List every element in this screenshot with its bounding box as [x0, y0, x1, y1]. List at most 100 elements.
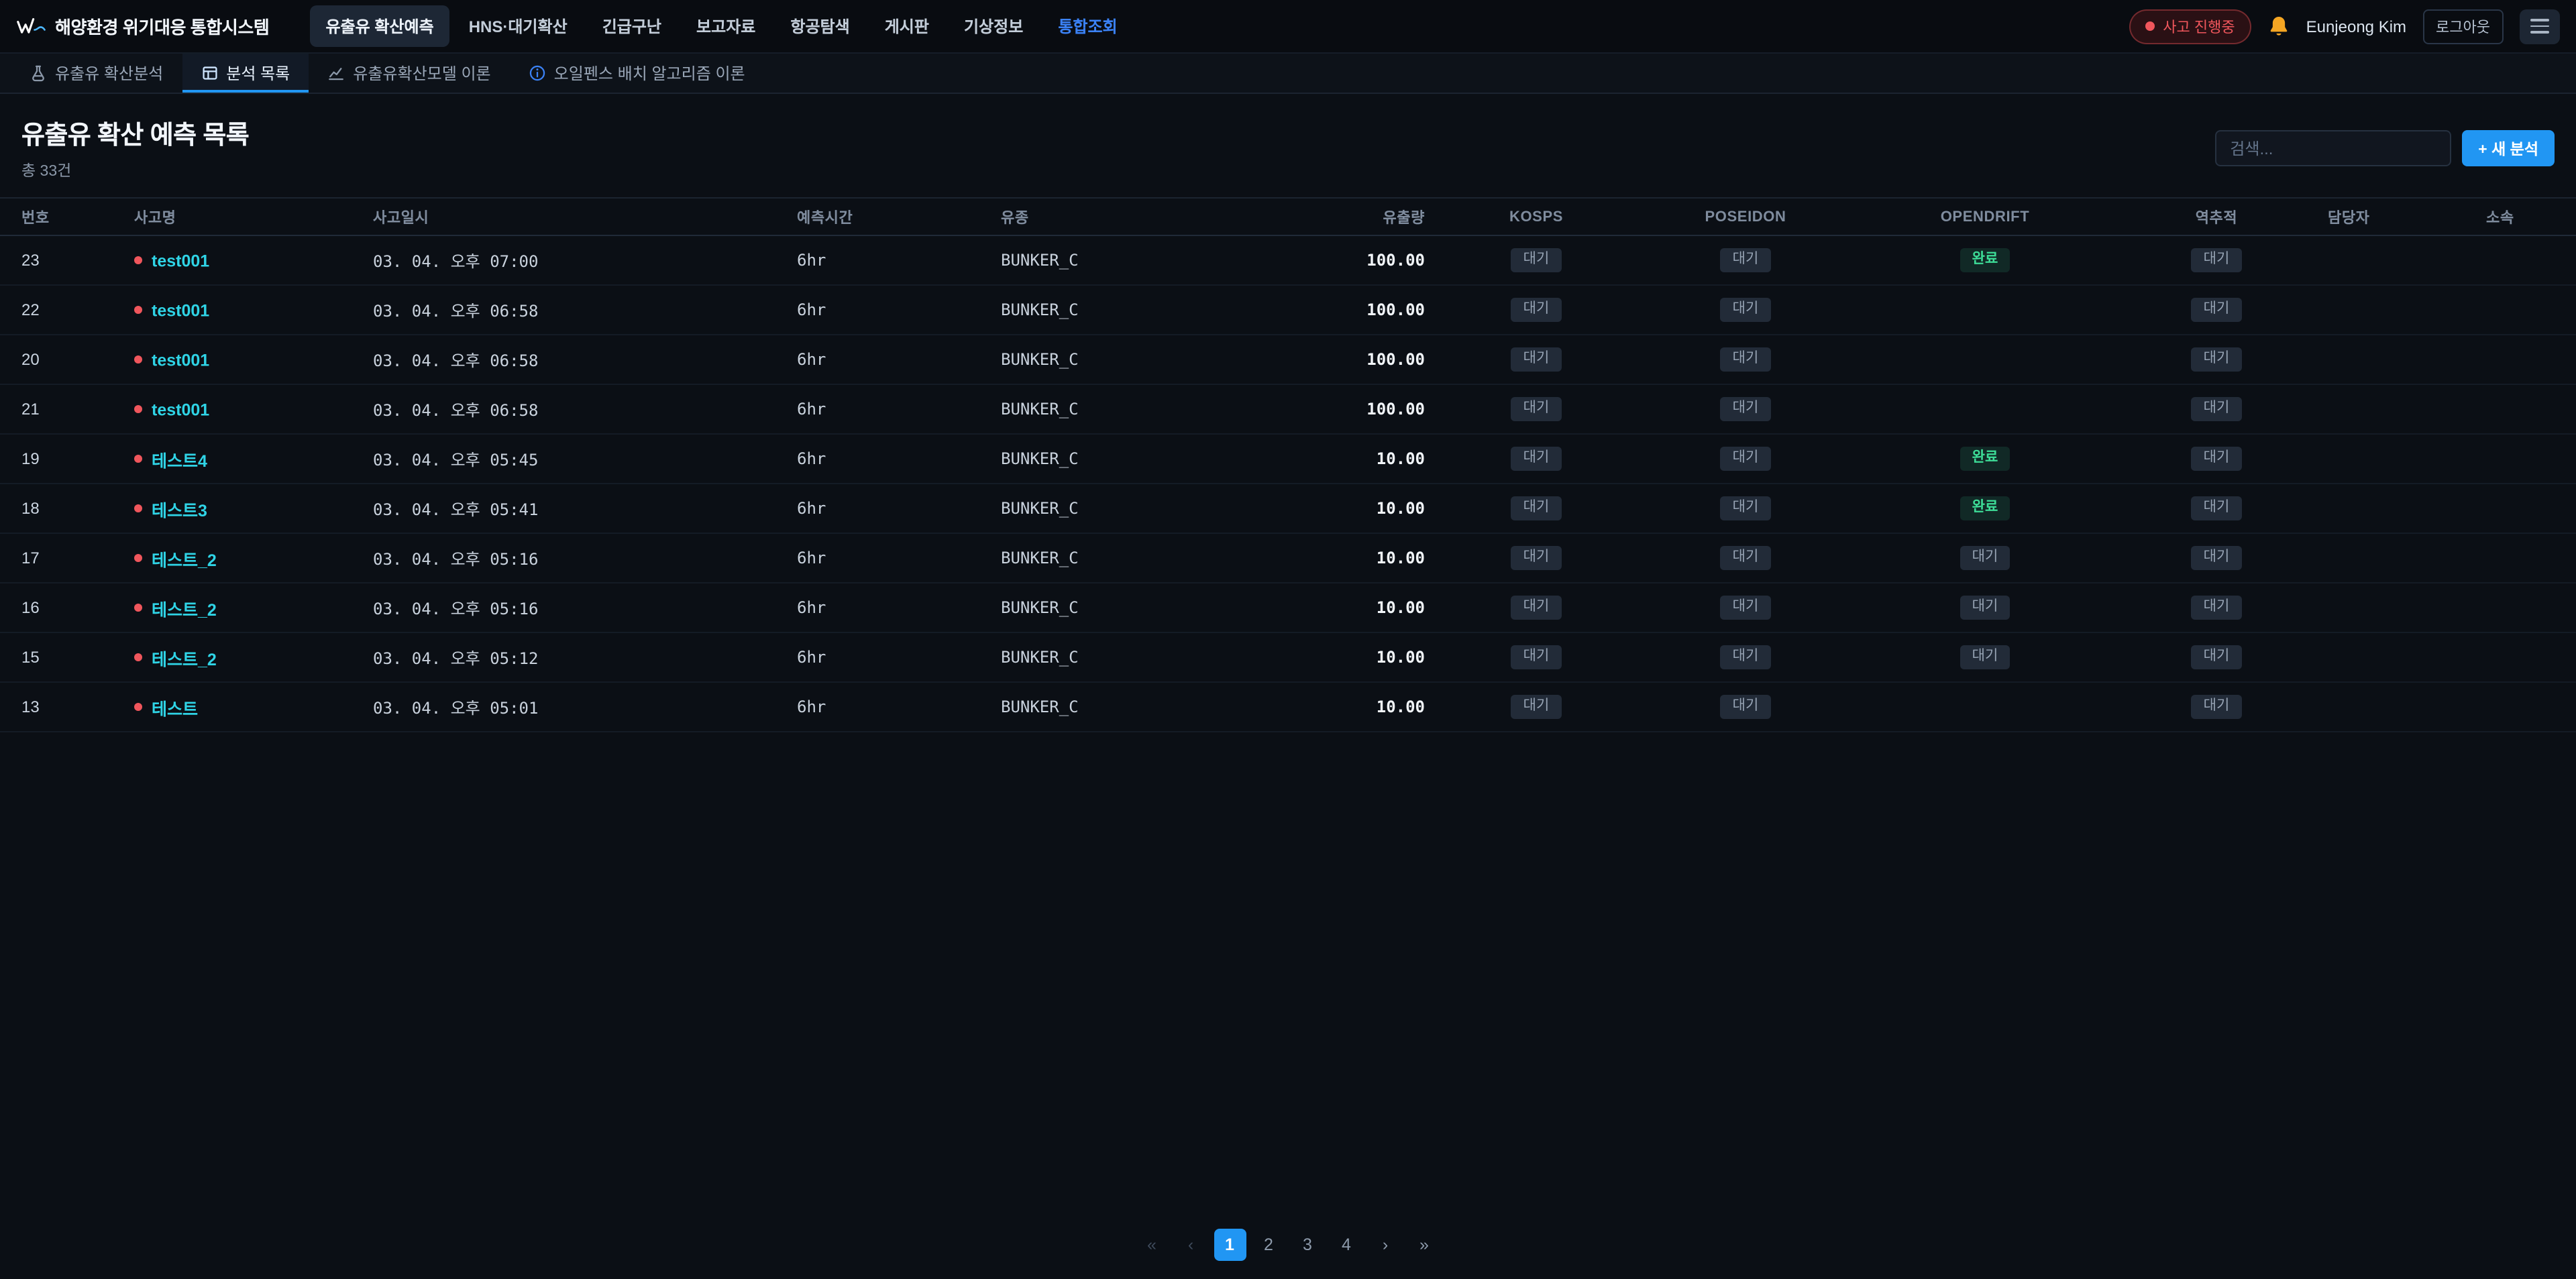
nav-item[interactable]: HNS·대기확산: [453, 5, 584, 47]
incident-name-link[interactable]: 테스트_2: [152, 600, 217, 619]
status-badge-wait: 대기: [2192, 446, 2242, 471]
cell-opendrift: 대기: [1854, 533, 2116, 583]
cell-no: 20: [0, 335, 123, 384]
table-row[interactable]: 16테스트_203. 04. 오후 05:166hrBUNKER_C10.00대…: [0, 583, 2576, 632]
pagination: «‹1234›»: [0, 1215, 2576, 1279]
incident-name-link[interactable]: 테스트: [152, 700, 198, 718]
cell-org: [2475, 335, 2576, 384]
tab[interactable]: 분석 목록: [182, 54, 309, 93]
table-row[interactable]: 21test00103. 04. 오후 06:586hrBUNKER_C100.…: [0, 384, 2576, 434]
cell-org: [2475, 434, 2576, 484]
total-count: 총 33건: [21, 160, 249, 181]
nav-item[interactable]: 보고자료: [680, 5, 771, 47]
cell-backtrack: 대기: [2116, 335, 2317, 384]
cell-no: 23: [0, 235, 123, 285]
new-analysis-button[interactable]: + 새 분석: [2462, 130, 2555, 166]
cell-datetime: 03. 04. 오후 06:58: [362, 285, 786, 335]
table-row[interactable]: 13테스트03. 04. 오후 05:016hrBUNKER_C10.00대기대…: [0, 682, 2576, 732]
column-header-datetime: 사고일시: [362, 198, 786, 235]
page-title: 유출유 확산 예측 목록: [21, 115, 249, 152]
cell-name: test001: [123, 235, 362, 285]
incident-name-link[interactable]: test001: [152, 400, 209, 419]
cell-no: 13: [0, 682, 123, 732]
tab[interactable]: 유출유확산모델 이론: [309, 54, 509, 93]
nav-item[interactable]: 유출유 확산예측: [309, 5, 449, 47]
column-header-manager: 담당자: [2317, 198, 2475, 235]
incident-status-label: 사고 진행중: [2163, 15, 2235, 37]
page-button-3[interactable]: 3: [1291, 1228, 1324, 1260]
table-row[interactable]: 15테스트_203. 04. 오후 05:126hrBUNKER_C10.00대…: [0, 632, 2576, 682]
page-last-button[interactable]: »: [1408, 1228, 1440, 1260]
cell-datetime: 03. 04. 오후 05:01: [362, 682, 786, 732]
table-row[interactable]: 18테스트303. 04. 오후 05:416hrBUNKER_C10.00대기…: [0, 484, 2576, 533]
incident-name-link[interactable]: 테스트3: [152, 501, 207, 520]
page-button-4[interactable]: 4: [1330, 1228, 1362, 1260]
status-badge-wait: 대기: [1721, 396, 1771, 421]
cell-datetime: 03. 04. 오후 05:16: [362, 583, 786, 632]
table-row[interactable]: 22test00103. 04. 오후 06:586hrBUNKER_C100.…: [0, 285, 2576, 335]
cell-name: test001: [123, 285, 362, 335]
table-row[interactable]: 19테스트403. 04. 오후 05:456hrBUNKER_C10.00대기…: [0, 434, 2576, 484]
page-first-button[interactable]: «: [1136, 1228, 1168, 1260]
status-badge-done: 완료: [1960, 446, 2010, 471]
cell-no: 17: [0, 533, 123, 583]
status-badge-wait: 대기: [1721, 645, 1771, 669]
cell-opendrift: [1854, 335, 2116, 384]
cell-duration: 6hr: [786, 434, 990, 484]
cell-datetime: 03. 04. 오후 05:41: [362, 484, 786, 533]
status-badge-wait: 대기: [1511, 694, 1562, 719]
column-header-oil: 유종: [990, 198, 1309, 235]
cell-datetime: 03. 04. 오후 05:45: [362, 434, 786, 484]
nav-item[interactable]: 긴급구난: [586, 5, 678, 47]
page-prev-button[interactable]: ‹: [1175, 1228, 1207, 1260]
table-row[interactable]: 23test00103. 04. 오후 07:006hrBUNKER_C100.…: [0, 235, 2576, 285]
cell-datetime: 03. 04. 오후 05:16: [362, 533, 786, 583]
nav-item[interactable]: 기상정보: [948, 5, 1039, 47]
page-next-button[interactable]: ›: [1369, 1228, 1401, 1260]
incident-name-link[interactable]: test001: [152, 351, 209, 370]
cell-poseidon: 대기: [1637, 384, 1854, 434]
tab[interactable]: 오일펜스 배치 알고리즘 이론: [510, 54, 764, 93]
status-badge-wait: 대기: [1721, 347, 1771, 372]
table-row[interactable]: 17테스트_203. 04. 오후 05:166hrBUNKER_C10.00대…: [0, 533, 2576, 583]
cell-opendrift: 완료: [1854, 434, 2116, 484]
cell-kosps: 대기: [1436, 384, 1637, 434]
table-body: 23test00103. 04. 오후 07:006hrBUNKER_C100.…: [0, 235, 2576, 732]
page-button-1[interactable]: 1: [1214, 1228, 1246, 1260]
incident-status-dot-icon: [134, 406, 142, 414]
user-name: Eunjeong Kim: [2306, 17, 2406, 36]
cell-org: [2475, 484, 2576, 533]
nav-item[interactable]: 게시판: [869, 5, 945, 47]
status-badge-wait: 대기: [1721, 595, 1771, 620]
cell-name: 테스트: [123, 682, 362, 732]
incident-name-link[interactable]: 테스트_2: [152, 650, 217, 669]
cell-duration: 6hr: [786, 632, 990, 682]
search-input[interactable]: [2215, 130, 2451, 166]
status-badge-wait: 대기: [1960, 645, 2010, 669]
tab-label: 유출유 확산분석: [55, 62, 163, 85]
incident-status-dot-icon: [134, 604, 142, 612]
incident-name-link[interactable]: test001: [152, 252, 209, 270]
topbar-right: 사고 진행중 Eunjeong Kim 로그아웃: [2129, 9, 2560, 44]
nav-item[interactable]: 항공탐색: [774, 5, 865, 47]
tab[interactable]: 유출유 확산분석: [11, 54, 182, 93]
logout-button[interactable]: 로그아웃: [2422, 9, 2504, 44]
column-header-backtrack: 역추적: [2116, 198, 2317, 235]
hamburger-menu-icon[interactable]: [2520, 9, 2560, 44]
cell-opendrift: [1854, 384, 2116, 434]
incident-name-link[interactable]: 테스트4: [152, 451, 207, 470]
cell-backtrack: 대기: [2116, 583, 2317, 632]
table-row[interactable]: 20test00103. 04. 오후 06:586hrBUNKER_C100.…: [0, 335, 2576, 384]
nav-item[interactable]: 통합조회: [1042, 5, 1133, 47]
cell-backtrack: 대기: [2116, 384, 2317, 434]
notification-bell-icon[interactable]: [2267, 15, 2290, 38]
cell-backtrack: 대기: [2116, 235, 2317, 285]
cell-manager: [2317, 533, 2475, 583]
page-button-2[interactable]: 2: [1252, 1228, 1285, 1260]
incident-name-link[interactable]: test001: [152, 301, 209, 320]
cell-name: 테스트_2: [123, 632, 362, 682]
status-badge-wait: 대기: [2192, 347, 2242, 372]
cell-manager: [2317, 235, 2475, 285]
incident-name-link[interactable]: 테스트_2: [152, 551, 217, 569]
cell-poseidon: 대기: [1637, 434, 1854, 484]
